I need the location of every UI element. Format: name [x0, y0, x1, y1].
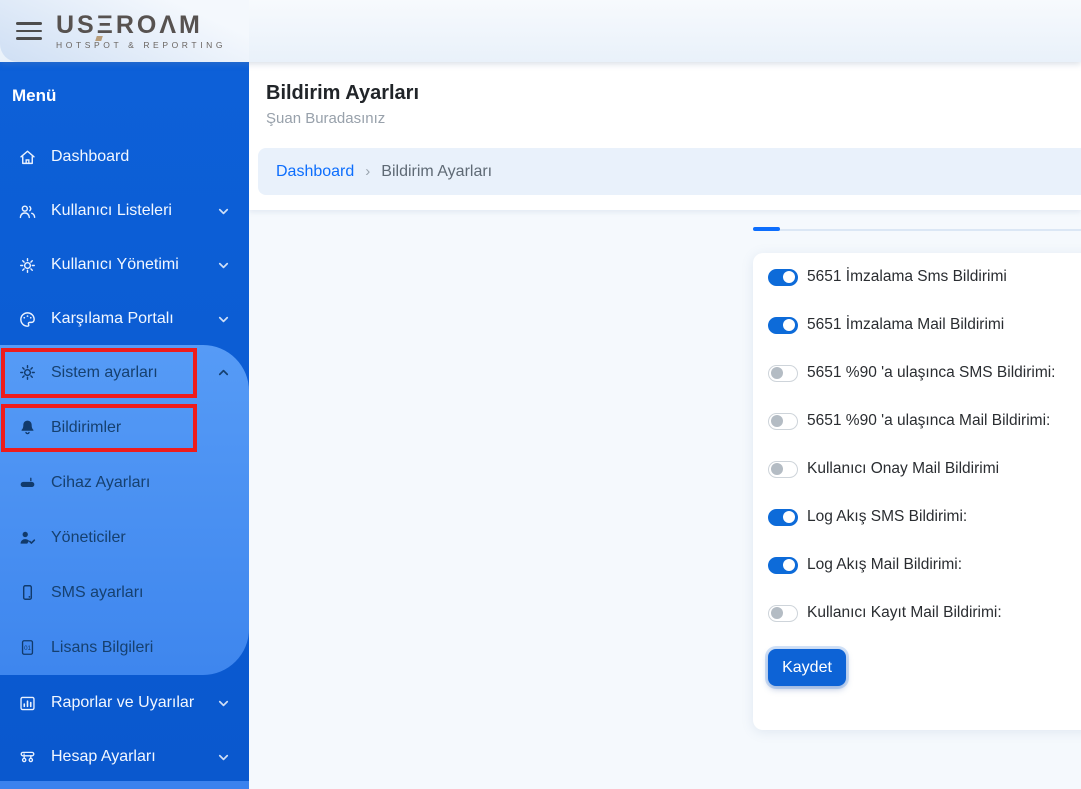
- submenu-sistem-ayarlari: Sistem ayarları Bildirimler Cihaz Ayarla…: [0, 345, 249, 675]
- chevron-down-icon: [216, 750, 231, 765]
- phone-icon: [18, 583, 37, 602]
- toggle-5651-90-mail[interactable]: [768, 413, 798, 430]
- tab-active-indicator[interactable]: [753, 227, 780, 231]
- sidebar-menu-header: Menü: [0, 62, 249, 130]
- content-header: Bildirim Ayarları Şuan Buradasınız Dashb…: [249, 62, 1081, 210]
- toggle-label: Log Akış Mail Bildirimi:: [807, 556, 962, 574]
- bell-icon: [18, 418, 37, 437]
- logo-tagline: HOTSPOT & REPORTING: [56, 41, 226, 50]
- chevron-down-icon: [216, 312, 231, 327]
- toggle-kullanici-onay-mail[interactable]: [768, 461, 798, 478]
- sidebar-bottom-strip: [0, 781, 249, 789]
- toggle-label: 5651 İmzalama Sms Bildirimi: [807, 268, 1007, 286]
- toggle-row: Kullanıcı Onay Mail Bildirimi: [768, 445, 1081, 493]
- toggle-knob: [771, 607, 783, 619]
- toggle-row: Log Akış Mail Bildirimi:: [768, 541, 1081, 589]
- sidebar-item-label: Lisans Bilgileri: [51, 639, 153, 657]
- sidebar: Menü Dashboard Kullanıcı Listeleri Kulla…: [0, 62, 249, 789]
- users-icon: [18, 202, 37, 221]
- toggle-row: 5651 İmzalama Mail Bildirimi: [768, 301, 1081, 349]
- toggle-5651-imzalama-mail[interactable]: [768, 317, 798, 334]
- sidebar-item-label: Hesap Ayarları: [51, 748, 156, 766]
- sidebar-item-lisans-bilgileri[interactable]: 01 Lisans Bilgileri: [0, 620, 249, 675]
- sidebar-item-label: Karşılama Portalı: [51, 310, 174, 328]
- sidebar-item-karsilama-portali[interactable]: Karşılama Portalı: [0, 292, 249, 346]
- sidebar-item-label: SMS ayarları: [51, 584, 143, 602]
- tab-indicator: [753, 227, 1081, 232]
- palette-icon: [18, 310, 37, 329]
- sidebar-item-kullanici-yonetimi[interactable]: Kullanıcı Yönetimi: [0, 238, 249, 292]
- logo-area: USΞROΛM HOTSPOT & REPORTING: [0, 0, 249, 62]
- toggle-5651-imzalama-sms[interactable]: [768, 269, 798, 286]
- toggle-label: Kullanıcı Onay Mail Bildirimi: [807, 460, 999, 478]
- toggle-row: 5651 İmzalama Sms Bildirimi: [768, 253, 1081, 301]
- sidebar-item-label: Sistem ayarları: [51, 364, 158, 382]
- page-title: Bildirim Ayarları: [266, 82, 419, 105]
- toggle-label: Kullanıcı Kayıt Mail Bildirimi:: [807, 604, 1002, 622]
- sidebar-item-label: Raporlar ve Uyarılar: [51, 694, 194, 712]
- sidebar-item-yoneticiler[interactable]: Yöneticiler: [0, 510, 249, 565]
- sidebar-item-raporlar-ve-uyarilar[interactable]: Raporlar ve Uyarılar: [0, 676, 249, 730]
- gear-icon: [18, 256, 37, 275]
- toggle-label: 5651 %90 'a ulaşınca SMS Bildirimi:: [807, 364, 1056, 382]
- chevron-down-icon: [216, 258, 231, 273]
- toggle-label: 5651 İmzalama Mail Bildirimi: [807, 316, 1004, 334]
- sidebar-item-dashboard[interactable]: Dashboard: [0, 130, 249, 184]
- sidebar-item-sistem-ayarlari[interactable]: Sistem ayarları: [0, 345, 249, 400]
- toggle-knob: [783, 319, 795, 331]
- svg-text:01: 01: [24, 645, 31, 652]
- toggle-5651-90-sms[interactable]: [768, 365, 798, 382]
- chart-icon: [18, 694, 37, 713]
- chevron-down-icon: [216, 204, 231, 219]
- chevron-up-icon: [216, 365, 231, 380]
- page-subtitle: Şuan Buradasınız: [266, 110, 385, 127]
- toggle-knob: [783, 511, 795, 523]
- toggle-knob: [783, 559, 795, 571]
- toggle-knob: [771, 463, 783, 475]
- toggle-label: 5651 %90 'a ulaşınca Mail Bildirimi:: [807, 412, 1050, 430]
- top-bar: USΞROΛM HOTSPOT & REPORTING: [0, 0, 1081, 62]
- hamburger-menu-icon[interactable]: [16, 22, 42, 40]
- router-icon: [18, 473, 37, 492]
- sidebar-item-hesap-ayarlari[interactable]: Hesap Ayarları: [0, 730, 249, 784]
- toggle-log-akis-mail[interactable]: [768, 557, 798, 574]
- sidebar-item-kullanici-listeleri[interactable]: Kullanıcı Listeleri: [0, 184, 249, 238]
- sidebar-item-bildirimler[interactable]: Bildirimler: [0, 400, 249, 455]
- toggle-kullanici-kayit-mail[interactable]: [768, 605, 798, 622]
- toggle-log-akis-sms[interactable]: [768, 509, 798, 526]
- toggle-knob: [783, 271, 795, 283]
- toggle-row: 5651 %90 'a ulaşınca SMS Bildirimi:: [768, 349, 1081, 397]
- logo-wordmark: USΞROΛM: [56, 13, 226, 38]
- logo: USΞROΛM HOTSPOT & REPORTING: [56, 13, 226, 50]
- sidebar-item-label: Yöneticiler: [51, 529, 126, 547]
- breadcrumb-separator-icon: ›: [365, 163, 370, 180]
- breadcrumb-current: Bildirim Ayarları: [381, 163, 492, 181]
- sidebar-item-cihaz-ayarlari[interactable]: Cihaz Ayarları: [0, 455, 249, 510]
- tab-track: [779, 229, 1081, 231]
- sidebar-item-label: Kullanıcı Yönetimi: [51, 256, 179, 274]
- home-icon: [18, 148, 37, 167]
- license-icon: 01: [18, 638, 37, 657]
- toggle-row: Kullanıcı Kayıt Mail Bildirimi:: [768, 589, 1081, 637]
- sidebar-item-label: Dashboard: [51, 148, 129, 166]
- toggle-label: Log Akış SMS Bildirimi:: [807, 508, 967, 526]
- sidebar-item-label: Bildirimler: [51, 419, 121, 437]
- network-icon: [18, 748, 37, 767]
- toggle-row: Log Akış SMS Bildirimi:: [768, 493, 1081, 541]
- breadcrumb-link-dashboard[interactable]: Dashboard: [276, 163, 354, 181]
- chevron-down-icon: [216, 696, 231, 711]
- sidebar-bottom-group: Raporlar ve Uyarılar Hesap Ayarları: [0, 676, 249, 784]
- gear-icon: [18, 363, 37, 382]
- sidebar-item-label: Kullanıcı Listeleri: [51, 202, 172, 220]
- toggle-row: 5651 %90 'a ulaşınca Mail Bildirimi:: [768, 397, 1081, 445]
- sidebar-item-label: Cihaz Ayarları: [51, 474, 150, 492]
- admin-user-icon: [18, 528, 37, 547]
- save-button[interactable]: Kaydet: [768, 649, 846, 686]
- breadcrumb: Dashboard › Bildirim Ayarları: [258, 148, 1081, 195]
- toggle-knob: [771, 367, 783, 379]
- notification-settings-card: 5651 İmzalama Sms Bildirimi 5651 İmzalam…: [753, 253, 1081, 730]
- sidebar-item-sms-ayarlari[interactable]: SMS ayarları: [0, 565, 249, 620]
- toggle-knob: [771, 415, 783, 427]
